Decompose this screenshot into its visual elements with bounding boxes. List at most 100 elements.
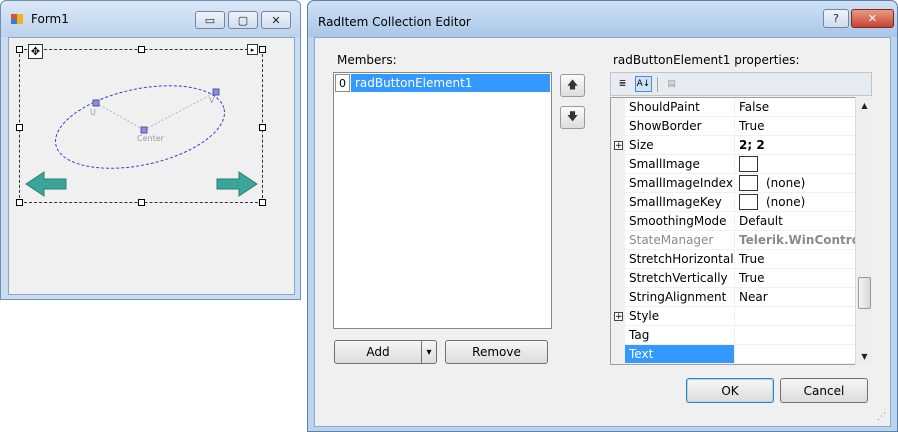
move-up-button[interactable]: 🡅 (560, 74, 585, 97)
property-value-text: True (739, 271, 765, 285)
property-value[interactable]: Near (734, 288, 856, 307)
scroll-down-glyph: ▼ (861, 352, 868, 361)
maximize-icon: ▢ (237, 13, 249, 27)
property-row[interactable]: StateManager Telerik.WinControls.S (611, 231, 856, 250)
categorized-button[interactable]: ≣ (614, 76, 631, 92)
property-name[interactable]: SmallImage (625, 155, 734, 174)
property-name[interactable]: SmallImageIndex (625, 174, 734, 193)
ok-button[interactable]: OK (686, 378, 774, 403)
scrollbar-thumb[interactable] (858, 277, 871, 309)
property-value[interactable]: 2; 2 (734, 136, 856, 155)
members-list[interactable]: 0 radButtonElement1 (333, 72, 552, 329)
property-name[interactable]: StringAlignment (625, 288, 734, 307)
arrow-down-icon: 🡇 (566, 110, 579, 123)
left-arrow-icon (25, 171, 67, 197)
cancel-button[interactable]: Cancel (780, 378, 868, 403)
property-row[interactable]: StretchVertically True (611, 269, 856, 288)
property-value-text: Default (739, 214, 783, 228)
property-grid-scrollbar[interactable]: ▲ ▼ (855, 97, 872, 365)
property-value-text: 2; 2 (739, 138, 765, 152)
property-value[interactable]: True (734, 250, 856, 269)
property-row[interactable]: SmallImageIndex (none) (611, 174, 856, 193)
property-value[interactable] (734, 307, 856, 326)
property-value[interactable] (734, 155, 856, 174)
property-row[interactable]: Text▼ (611, 345, 856, 364)
categorized-icon: ≣ (618, 79, 627, 89)
v-point[interactable] (212, 88, 220, 96)
property-name[interactable]: StretchHorizontally (625, 250, 734, 269)
property-name[interactable]: Style (625, 307, 734, 326)
property-value[interactable]: Telerik.WinControls.S (734, 231, 856, 250)
gradient-ellipse-diagram (25, 85, 258, 197)
property-gutter (611, 174, 625, 193)
close-icon: ✕ (867, 12, 878, 25)
arrow-up-icon: 🡅 (566, 78, 579, 91)
help-button[interactable]: ? (823, 9, 849, 28)
property-value[interactable]: Default (734, 212, 856, 231)
property-value[interactable]: False (734, 98, 856, 117)
property-row[interactable]: SmoothingMode Default (611, 212, 856, 231)
property-grid-toolbar: ≣ A↓ ▤ (610, 72, 872, 96)
toolbar-divider (657, 77, 658, 92)
property-name[interactable]: SmoothingMode (625, 212, 734, 231)
property-gutter (611, 231, 625, 250)
center-point[interactable] (140, 126, 148, 134)
property-name[interactable]: StretchVertically (625, 269, 734, 288)
property-value[interactable]: True (734, 269, 856, 288)
v-label: V (209, 96, 215, 105)
expand-icon[interactable]: + (614, 312, 623, 322)
maximize-button[interactable]: ▢ (228, 11, 258, 29)
move-down-button[interactable]: 🡇 (560, 106, 585, 129)
property-value[interactable] (734, 326, 856, 345)
property-grid[interactable]: ShouldPaint False ShowBorder True + Size 2; 2S… (610, 97, 872, 365)
property-row[interactable]: + Style (611, 307, 856, 326)
remove-button[interactable]: Remove (445, 340, 548, 364)
property-row[interactable]: + Size 2; 2 (611, 136, 856, 155)
close-button[interactable]: ✕ (261, 11, 291, 29)
dialog-titlebar[interactable]: RadItem Collection Editor ? ✕ (308, 1, 897, 37)
cancel-button-label: Cancel (803, 383, 845, 398)
property-row[interactable]: StretchHorizontally True (611, 250, 856, 269)
property-name[interactable]: Text (625, 345, 734, 364)
member-name: radButtonElement1 (351, 74, 550, 92)
form1-titlebar[interactable]: Form1 ▭ ▢ ✕ (1, 1, 300, 37)
property-row[interactable]: Tag (611, 326, 856, 345)
property-gutter (611, 269, 625, 288)
dialog-close-button[interactable]: ✕ (851, 9, 894, 28)
property-row[interactable]: StringAlignment Near (611, 288, 856, 307)
property-value[interactable]: (none) (734, 193, 856, 212)
property-name[interactable]: Size (625, 136, 734, 155)
property-value[interactable]: ▼ (734, 345, 856, 364)
property-row[interactable]: SmallImageKey (none) (611, 193, 856, 212)
u-point[interactable] (92, 99, 100, 107)
grip-glyph: ⋰ (877, 412, 886, 422)
resize-grip-icon[interactable]: ⋰ (877, 412, 889, 424)
property-value-text: Telerik.WinControls.S (739, 233, 856, 247)
property-name[interactable]: StateManager (625, 231, 734, 250)
add-button[interactable]: Add (334, 340, 422, 364)
property-row[interactable]: ShowBorder True (611, 117, 856, 136)
form-icon (11, 14, 23, 24)
property-row[interactable]: SmallImage (611, 155, 856, 174)
property-name[interactable]: SmallImageKey (625, 193, 734, 212)
property-name[interactable]: ShowBorder (625, 117, 734, 136)
property-value[interactable]: True (734, 117, 856, 136)
expand-icon[interactable]: + (614, 141, 623, 151)
list-item[interactable]: 0 radButtonElement1 (335, 74, 550, 92)
minimize-button[interactable]: ▭ (195, 11, 225, 29)
property-gutter (611, 155, 625, 174)
property-pages-button[interactable]: ▤ (663, 76, 680, 92)
scroll-down-icon[interactable]: ▼ (858, 350, 871, 363)
chevron-down-icon: ▾ (426, 346, 432, 358)
add-dropdown-button[interactable]: ▾ (421, 340, 437, 364)
property-row[interactable]: ShouldPaint False (611, 98, 856, 117)
property-gutter (611, 288, 625, 307)
property-name[interactable]: Tag (625, 326, 734, 345)
alphabetical-button[interactable]: A↓ (635, 76, 652, 92)
property-value[interactable]: (none) (734, 174, 856, 193)
property-gutter (611, 326, 625, 345)
remove-button-label: Remove (472, 345, 521, 359)
property-gutter (611, 345, 625, 364)
scroll-up-icon[interactable]: ▲ (858, 99, 871, 112)
property-name[interactable]: ShouldPaint (625, 98, 734, 117)
